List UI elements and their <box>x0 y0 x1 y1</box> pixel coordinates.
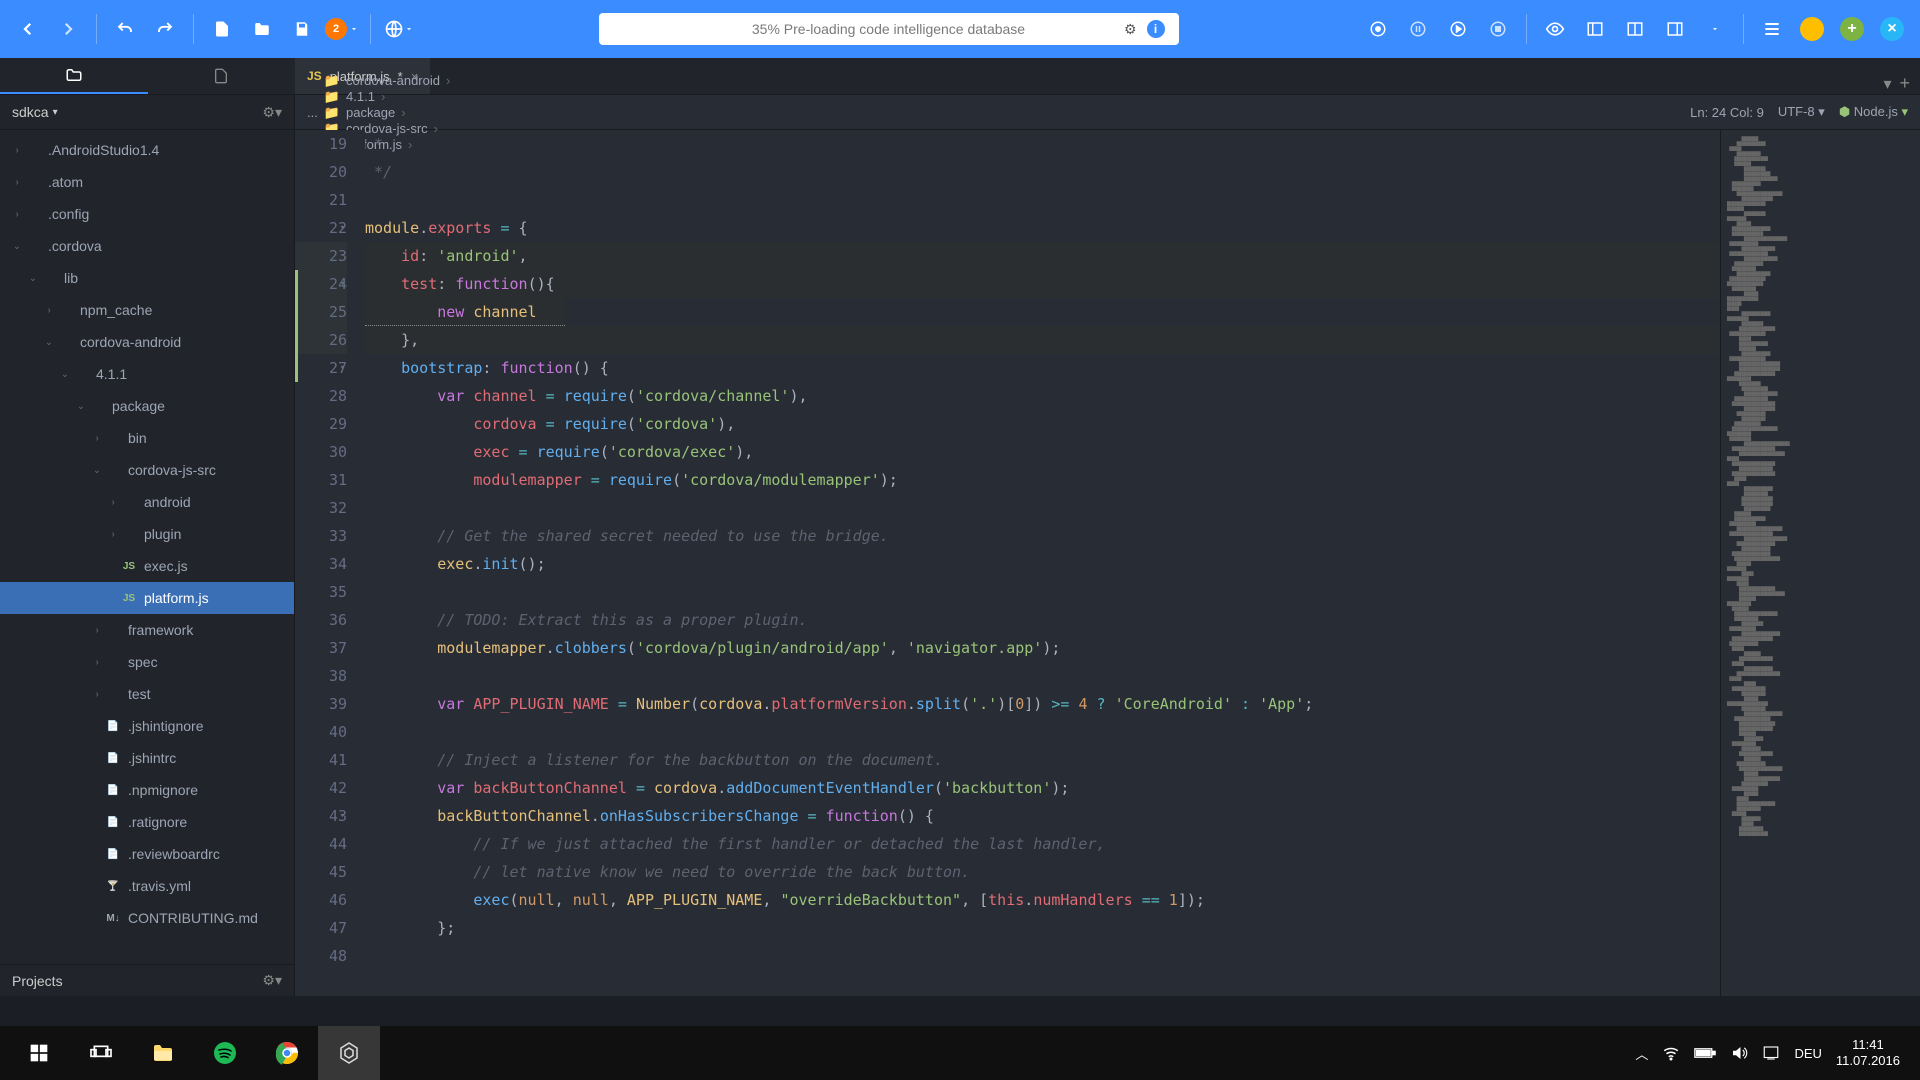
language-indicator[interactable]: DEU <box>1794 1046 1821 1061</box>
main-toolbar: 2 35% Pre-loading code intelligence data… <box>0 0 1920 58</box>
tray-chevron-icon[interactable]: ︿ <box>1635 1044 1648 1063</box>
start-button[interactable] <box>8 1026 70 1080</box>
tree-item-exec-js[interactable]: JSexec.js <box>0 550 294 582</box>
minimap[interactable]: ███████ ████████████ █████ ██████████ ██… <box>1720 130 1920 996</box>
tree-item-CONTRIBUTING-md[interactable]: M↓CONTRIBUTING.md <box>0 902 294 934</box>
loading-text: 35% Pre-loading code intelligence databa… <box>752 21 1025 37</box>
nav-back-button[interactable] <box>10 11 46 47</box>
tree-item-plugin[interactable]: ›plugin <box>0 518 294 550</box>
explorer-taskbar-icon[interactable] <box>132 1026 194 1080</box>
tree-item--jshintignore[interactable]: 📄.jshintignore <box>0 710 294 742</box>
spotify-taskbar-icon[interactable] <box>194 1026 256 1080</box>
projects-label[interactable]: Projects <box>12 973 63 989</box>
tree-item--AndroidStudio1-4[interactable]: ›.AndroidStudio1.4 <box>0 134 294 166</box>
tree-item-platform-js[interactable]: JSplatform.js <box>0 582 294 614</box>
tree-item-package[interactable]: ⌄package <box>0 390 294 422</box>
play-button[interactable] <box>1440 11 1476 47</box>
redo-button[interactable] <box>147 11 183 47</box>
breadcrumb-cordova-android[interactable]: 📁 cordova-android › <box>324 73 450 89</box>
menu-button[interactable] <box>1754 11 1790 47</box>
code-content[interactable]: * */ module.exports = { id: 'android', t… <box>365 130 1720 996</box>
tree-item-lib[interactable]: ⌄lib <box>0 262 294 294</box>
tree-item-test[interactable]: ›test <box>0 678 294 710</box>
project-name[interactable]: sdkca <box>12 104 49 120</box>
notifications-icon[interactable] <box>1762 1044 1780 1062</box>
pause-button[interactable] <box>1400 11 1436 47</box>
tab-add-icon[interactable]: + <box>1899 73 1910 94</box>
nav-forward-button[interactable] <box>50 11 86 47</box>
editor: ... 📁 cordova-android ›📁 4.1.1 ›📁 packag… <box>295 94 1920 996</box>
layout-dropdown[interactable] <box>1697 11 1733 47</box>
layout-2-button[interactable] <box>1617 11 1653 47</box>
open-folder-button[interactable] <box>244 11 280 47</box>
save-button[interactable] <box>284 11 320 47</box>
loading-status: 35% Pre-loading code intelligence databa… <box>599 13 1179 45</box>
tree-item-4-1-1[interactable]: ⌄4.1.1 <box>0 358 294 390</box>
breadcrumb-bar: ... 📁 cordova-android ›📁 4.1.1 ›📁 packag… <box>295 94 1920 130</box>
js-icon: JS <box>307 69 322 83</box>
sidebar-tab-well <box>0 58 295 94</box>
sidebar-gear-icon[interactable]: ⚙▾ <box>262 104 282 121</box>
tree-item--reviewboardrc[interactable]: 📄.reviewboardrc <box>0 838 294 870</box>
komodo-taskbar-icon[interactable] <box>318 1026 380 1080</box>
volume-icon[interactable] <box>1730 1044 1748 1062</box>
layout-1-button[interactable] <box>1577 11 1613 47</box>
sidebar-footer: Projects ⚙▾ <box>0 964 294 996</box>
status-gap <box>0 996 1920 1026</box>
gutter[interactable]: 19202122▾2324▾252627▾2829303132333435363… <box>295 130 365 996</box>
open-files-tab[interactable] <box>0 58 148 94</box>
maximize-button[interactable]: + <box>1834 11 1870 47</box>
tree-item-spec[interactable]: ›spec <box>0 646 294 678</box>
tree-item--cordova[interactable]: ⌄.cordova <box>0 230 294 262</box>
project-dropdown-icon[interactable]: ▾ <box>53 107 58 118</box>
breadcrumb-package[interactable]: 📁 package › <box>324 105 450 121</box>
tab-overflow-icon[interactable]: ▾ <box>1883 74 1891 94</box>
info-icon[interactable]: i <box>1147 20 1165 38</box>
cursor-position[interactable]: Ln: 24 Col: 9 <box>1690 105 1764 120</box>
chrome-taskbar-icon[interactable] <box>256 1026 318 1080</box>
language-label[interactable]: ⬢ Node.js ▾ <box>1839 104 1908 120</box>
tree-item-npm_cache[interactable]: ›npm_cache <box>0 294 294 326</box>
layout-3-button[interactable] <box>1657 11 1693 47</box>
preview-button[interactable] <box>1537 11 1573 47</box>
minimize-button[interactable] <box>1794 11 1830 47</box>
tree-item-bin[interactable]: ›bin <box>0 422 294 454</box>
sidebar-header: sdkca ▾ ⚙▾ <box>0 94 294 130</box>
windows-taskbar: ︿ DEU 11:41 11.07.2016 <box>0 1026 1920 1080</box>
code-area[interactable]: 19202122▾2324▾252627▾2829303132333435363… <box>295 130 1920 996</box>
tree-item--jshintrc[interactable]: 📄.jshintrc <box>0 742 294 774</box>
record-button[interactable] <box>1360 11 1396 47</box>
task-view-button[interactable] <box>70 1026 132 1080</box>
files-tab[interactable] <box>148 58 296 94</box>
breadcrumb-4.1.1[interactable]: 📁 4.1.1 › <box>324 89 450 105</box>
project-sidebar: sdkca ▾ ⚙▾ ›.AndroidStudio1.4›.atom›.con… <box>0 94 295 996</box>
close-button[interactable]: × <box>1874 11 1910 47</box>
toolbar-right: + × <box>1360 11 1910 47</box>
updates-button[interactable]: 2 <box>324 11 360 47</box>
file-tree[interactable]: ›.AndroidStudio1.4›.atom›.config⌄.cordov… <box>0 130 294 964</box>
tree-item--npmignore[interactable]: 📄.npmignore <box>0 774 294 806</box>
breadcrumb-ellipsis[interactable]: ... <box>307 105 318 120</box>
taskbar-clock[interactable]: 11:41 11.07.2016 <box>1836 1037 1900 1069</box>
tree-item--ratignore[interactable]: 📄.ratignore <box>0 806 294 838</box>
undo-button[interactable] <box>107 11 143 47</box>
tree-item-cordova-js-src[interactable]: ⌄cordova-js-src <box>0 454 294 486</box>
new-file-button[interactable] <box>204 11 240 47</box>
battery-icon[interactable] <box>1694 1046 1716 1060</box>
tree-item--atom[interactable]: ›.atom <box>0 166 294 198</box>
encoding-label[interactable]: UTF-8 ▾ <box>1778 104 1825 120</box>
tree-item--config[interactable]: ›.config <box>0 198 294 230</box>
stop-button[interactable] <box>1480 11 1516 47</box>
footer-gear-icon[interactable]: ⚙▾ <box>262 972 282 989</box>
tree-item--travis-yml[interactable]: 🍸.travis.yml <box>0 870 294 902</box>
wifi-icon[interactable] <box>1662 1044 1680 1062</box>
tree-item-cordova-android[interactable]: ⌄cordova-android <box>0 326 294 358</box>
tab-strip: JS platform.js * × ▾ + <box>0 58 1920 94</box>
globe-button[interactable] <box>381 11 417 47</box>
tree-item-framework[interactable]: ›framework <box>0 614 294 646</box>
tree-item-android[interactable]: ›android <box>0 486 294 518</box>
gear-icon[interactable]: ⚙ <box>1124 21 1137 38</box>
